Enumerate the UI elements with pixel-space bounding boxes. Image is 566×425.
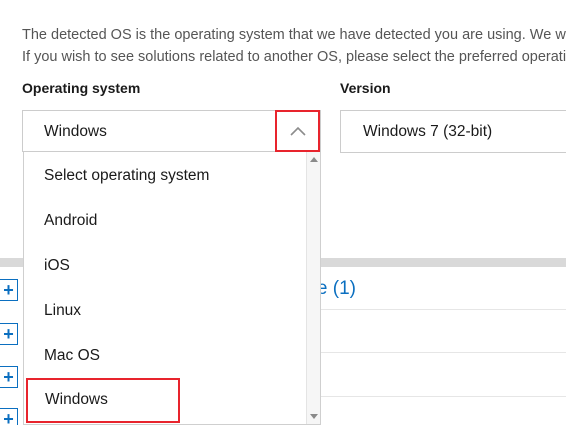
intro-line-2: If you wish to see solutions related to … [22, 49, 566, 65]
intro-text: The detected OS is the operating system … [22, 24, 566, 68]
version-select[interactable]: Windows 7 (32-bit) [340, 110, 566, 153]
os-option-macos[interactable]: Mac OS [24, 333, 306, 378]
expand-plus-icon[interactable]: + [0, 279, 18, 301]
os-select-value: Windows [44, 123, 107, 140]
os-select[interactable]: Windows [22, 110, 321, 152]
row-divider [320, 352, 566, 353]
chevron-up-icon[interactable] [275, 110, 320, 152]
scroll-up-arrow-icon[interactable] [310, 157, 318, 162]
scroll-down-arrow-icon[interactable] [310, 414, 318, 419]
os-dropdown-list[interactable]: Select operating system Android iOS Linu… [23, 152, 321, 425]
panel-divider-right [320, 258, 566, 267]
expand-plus-icon[interactable]: + [0, 408, 18, 425]
os-option-ios[interactable]: iOS [24, 243, 306, 288]
row-divider [320, 396, 566, 397]
intro-line-1: The detected OS is the operating system … [22, 27, 566, 43]
os-option-windows[interactable]: Windows [26, 378, 180, 423]
os-label: Operating system [22, 80, 141, 96]
expand-plus-icon[interactable]: + [0, 323, 18, 345]
os-option-android[interactable]: Android [24, 198, 306, 243]
version-label: Version [340, 80, 391, 96]
os-option-select[interactable]: Select operating system [24, 153, 306, 198]
expand-plus-icon[interactable]: + [0, 366, 18, 388]
panel-divider-left [0, 258, 24, 267]
version-select-value: Windows 7 (32-bit) [363, 123, 493, 140]
os-option-linux[interactable]: Linux [24, 288, 306, 333]
dropdown-scrollbar[interactable] [306, 152, 320, 424]
row-divider [320, 309, 566, 310]
